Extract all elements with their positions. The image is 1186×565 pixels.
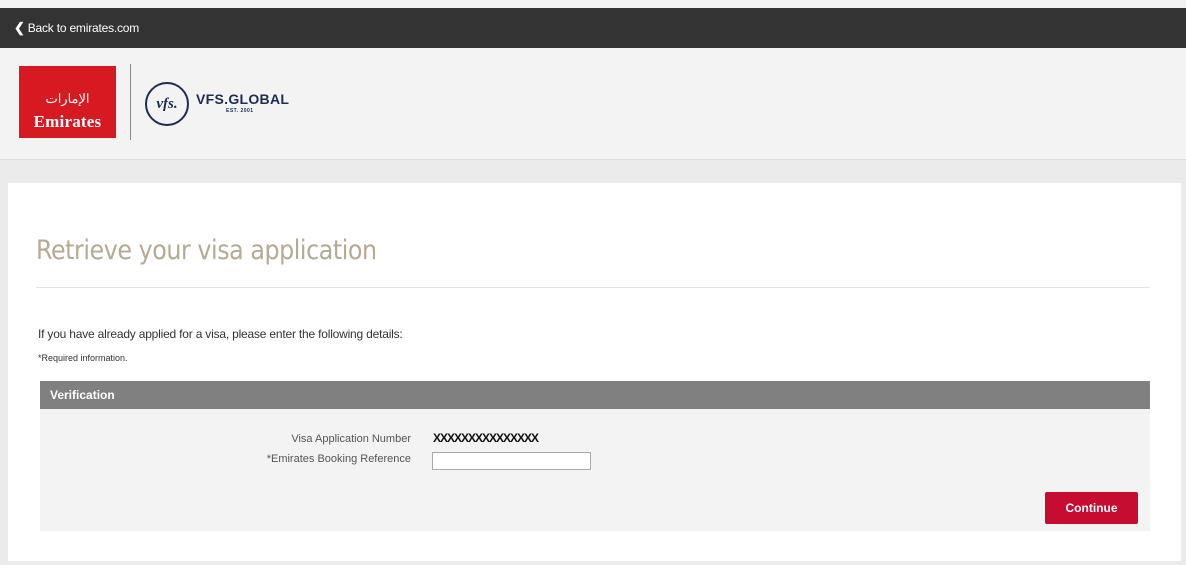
top-navigation-bar: ❮ Back to emirates.com (0, 8, 1186, 48)
main-card: Retrieve your visa application If you ha… (8, 183, 1181, 561)
booking-reference-label: *Emirates Booking Reference (266, 453, 411, 465)
vfs-name: VFS.GLOBAL (196, 91, 290, 107)
intro-text: If you have already applied for a visa, … (38, 327, 403, 341)
booking-reference-input[interactable] (432, 452, 591, 470)
chevron-left-icon: ❮ (14, 20, 25, 35)
vfs-global-logo: VFS.GLOBAL EST. 2001 (196, 91, 289, 114)
title-divider (36, 287, 1150, 288)
continue-button[interactable]: Continue (1045, 492, 1138, 524)
emirates-arabic-logo: الإمارات (45, 92, 90, 107)
site-header: الإمارات Emirates vfs. VFS.GLOBAL EST. 2… (0, 48, 1186, 160)
top-strip (0, 0, 1186, 8)
verification-panel-header: Verification (40, 381, 1150, 409)
emirates-logo-text: Emirates (33, 112, 102, 131)
visa-number-label: Visa Application Number (291, 433, 411, 445)
verification-panel: Visa Application Number XXXXXXXXXXXXXXX … (40, 409, 1150, 531)
visa-number-value: XXXXXXXXXXXXXXX (433, 431, 539, 445)
back-link-label: Back to emirates.com (27, 21, 140, 35)
verification-heading: Verification (50, 388, 115, 402)
back-to-emirates-link[interactable]: ❮ Back to emirates.com (14, 20, 139, 36)
emirates-logo[interactable]: الإمارات Emirates (19, 66, 116, 138)
vfs-est: EST. 2001 (226, 108, 254, 114)
vfs-monogram-logo[interactable]: vfs. (145, 82, 189, 126)
logo-divider (130, 64, 131, 140)
page-title: Retrieve your visa application (36, 235, 377, 266)
required-note: *Required information. (38, 353, 128, 363)
vfs-monogram-text: vfs. (156, 95, 178, 112)
